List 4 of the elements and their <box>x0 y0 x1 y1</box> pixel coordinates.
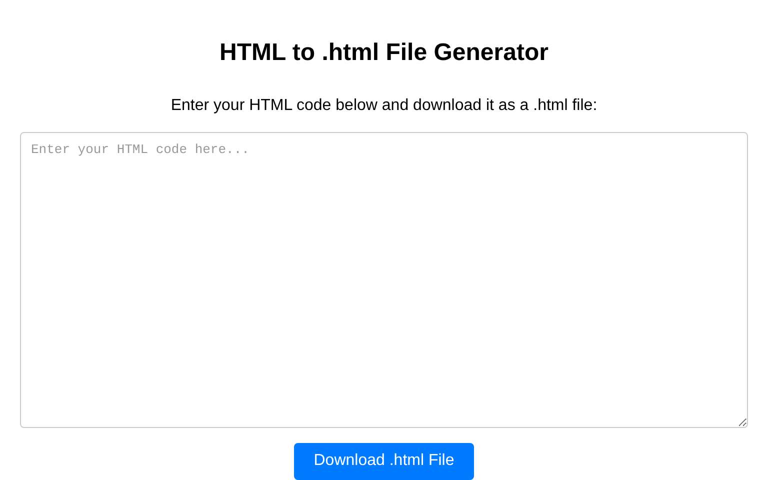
page-title: HTML to .html File Generator <box>220 38 548 68</box>
instruction-text: Enter your HTML code below and download it as a .html file: <box>170 96 598 116</box>
html-code-field[interactable]: Enter your HTML code here... <box>20 132 748 428</box>
download-button[interactable]: Download .html File <box>294 442 474 480</box>
